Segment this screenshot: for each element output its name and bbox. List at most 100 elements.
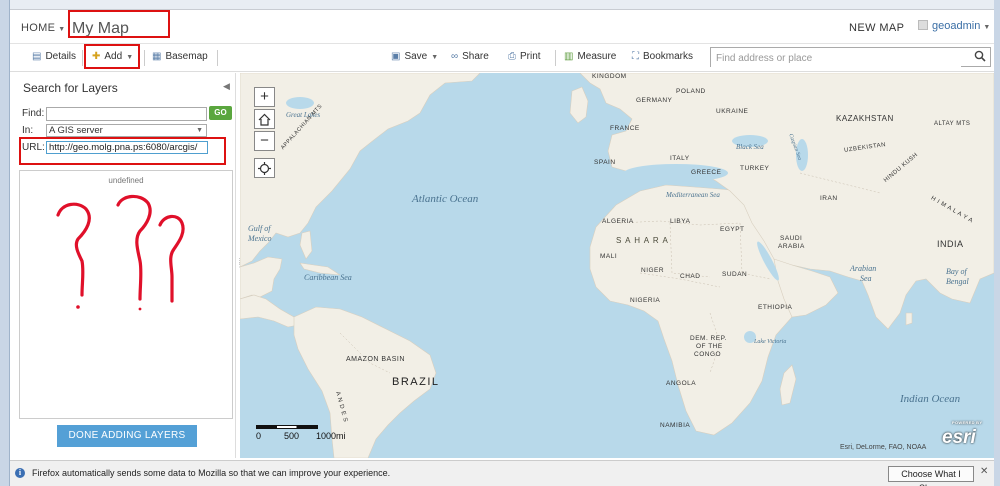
label-nigeria: NIGERIA — [630, 297, 661, 304]
esri-logo-text: esri — [942, 427, 976, 448]
annotation-box-title — [68, 10, 170, 38]
label-chad: CHAD — [680, 273, 701, 280]
share-button[interactable]: ∞ Share — [451, 51, 489, 62]
save-icon: ▣ — [391, 51, 401, 62]
label-greece: GREECE — [691, 169, 722, 176]
basemap-button[interactable]: ▦ Basemap — [152, 51, 208, 62]
map-view[interactable]: KINGDOM POLAND GERMANY UKRAINE KAZAKHSTA… — [240, 73, 994, 458]
divider — [82, 50, 83, 66]
chevron-down-icon: ▼ — [983, 24, 991, 31]
print-button[interactable]: ⎙ Print — [508, 51, 541, 62]
done-adding-layers-button[interactable]: DONE ADDING LAYERS — [57, 425, 197, 447]
label-med: Mediterranean Sea — [666, 191, 720, 199]
label-namibia: NAMIBIA — [660, 422, 691, 429]
scale-tick-1000: 1000mi — [316, 431, 346, 441]
home-menu[interactable]: HOME ▼ — [21, 22, 65, 34]
new-map-button[interactable]: NEW MAP — [849, 22, 904, 34]
hudson-lakes — [286, 97, 314, 109]
label-drc-1: DEM. REP. — [690, 335, 727, 342]
username: geoadmin — [932, 20, 981, 32]
label-iran: IRAN — [820, 195, 838, 202]
zoom-in-button[interactable]: + — [254, 87, 275, 107]
chevron-down-icon: ▼ — [196, 127, 203, 134]
notification-message: Firefox automatically sends some data to… — [32, 468, 391, 478]
label-kazakhstan: KAZAKHSTAN — [836, 114, 894, 123]
print-label: Print — [520, 51, 541, 62]
bookmarks-button[interactable]: ⛶ Bookmarks — [632, 51, 693, 62]
label-algeria: ALGERIA — [602, 218, 634, 225]
basemap-label: Basemap — [165, 51, 208, 62]
home-label: HOME — [21, 22, 56, 34]
details-button[interactable]: ▤ Details — [32, 51, 76, 62]
label-turkey: TURKEY — [740, 165, 770, 172]
scale-tick-0: 0 — [256, 431, 262, 441]
choose-what-i-share-button[interactable]: Choose What I Share — [888, 466, 974, 486]
divider — [217, 50, 218, 66]
divider — [144, 50, 145, 66]
share-icon: ∞ — [451, 51, 459, 62]
search-layers-panel: Search for Layers ◀ Find: GO In: A GIS s… — [15, 73, 236, 458]
label-amazon: AMAZON BASIN — [346, 356, 405, 363]
user-menu[interactable]: geoadmin ▼ — [918, 20, 990, 32]
avatar — [918, 20, 928, 30]
locate-button[interactable] — [254, 158, 275, 178]
label-angola: ANGOLA — [666, 380, 697, 387]
label-ukraine: UKRAINE — [716, 108, 749, 115]
find-label: Find: — [22, 108, 45, 119]
label-germany: GERMANY — [636, 97, 673, 104]
info-icon: i — [15, 468, 25, 478]
label-saudi-2: ARABIA — [778, 243, 805, 250]
label-arabian-1: Arabian — [850, 264, 877, 273]
measure-icon: ▥ — [564, 51, 574, 62]
app-header: HOME ▼ My Map NEW MAP geoadmin ▼ — [10, 10, 994, 44]
in-label: In: — [22, 125, 34, 136]
label-libya: LIBYA — [670, 218, 691, 225]
details-label: Details — [45, 51, 77, 62]
label-altay: ALTAY MTS — [934, 121, 971, 127]
search-input[interactable] — [711, 49, 961, 68]
map-toolbar: ▤ Details ✚ Add ▼ ▦ Basemap ▣ Save ▼ ∞ Share ⎙ P… — [10, 44, 994, 72]
find-input[interactable] — [46, 107, 207, 121]
share-label: Share — [462, 51, 489, 62]
bookmarks-icon: ⛶ — [632, 51, 639, 62]
go-button[interactable]: GO — [209, 106, 232, 120]
locate-icon — [258, 162, 271, 175]
label-brazil: BRAZIL — [392, 376, 440, 388]
home-icon — [258, 113, 271, 126]
measure-button[interactable]: ▥ Measure — [564, 51, 616, 62]
sri-lanka — [905, 312, 913, 326]
label-lake-victoria: Lake Victoria — [754, 339, 787, 345]
map-attribution: Esri, DeLorme, FAO, NOAA — [840, 444, 927, 451]
print-icon: ⎙ — [508, 51, 516, 62]
annotation-box-url — [19, 137, 226, 165]
zoom-out-button[interactable]: − — [254, 131, 275, 151]
source-select[interactable]: A GIS server ▼ — [46, 124, 207, 137]
label-france: FRANCE — [610, 125, 640, 132]
panel-title: Search for Layers — [23, 81, 118, 95]
label-egypt: EGYPT — [720, 226, 745, 233]
label-spain: SPAIN — [594, 159, 616, 166]
browser-chrome — [10, 0, 994, 10]
collapse-panel-icon[interactable]: ◀ — [223, 81, 230, 92]
save-label: Save — [404, 51, 428, 62]
measure-label: Measure — [577, 51, 617, 62]
scale-tick-500: 500 — [284, 431, 300, 441]
save-button[interactable]: ▣ Save ▼ — [391, 51, 438, 62]
label-gulf-mexico-2: Mexico — [248, 234, 272, 243]
home-extent-button[interactable] — [254, 109, 275, 129]
label-saudi-1: SAUDI — [780, 235, 803, 242]
close-icon[interactable]: ✕ — [980, 466, 988, 477]
label-mali: MALI — [600, 253, 618, 260]
label-india: INDIA — [937, 239, 964, 249]
label-bengal-1: Bay of — [946, 267, 967, 276]
window-right-edge — [994, 0, 1000, 486]
source-select-value: A GIS server — [49, 125, 103, 136]
label-gulf-mexico-1: Gulf of — [248, 224, 271, 233]
chevron-down-icon: ▼ — [58, 26, 66, 33]
label-sahara: S A H A R A — [616, 236, 669, 245]
search-icon[interactable] — [974, 50, 986, 62]
esri-logo[interactable]: POWERED BY esri — [942, 420, 982, 449]
handwritten-question-marks — [56, 194, 185, 311]
divider — [555, 50, 556, 66]
basemap-icon: ▦ — [152, 51, 162, 62]
